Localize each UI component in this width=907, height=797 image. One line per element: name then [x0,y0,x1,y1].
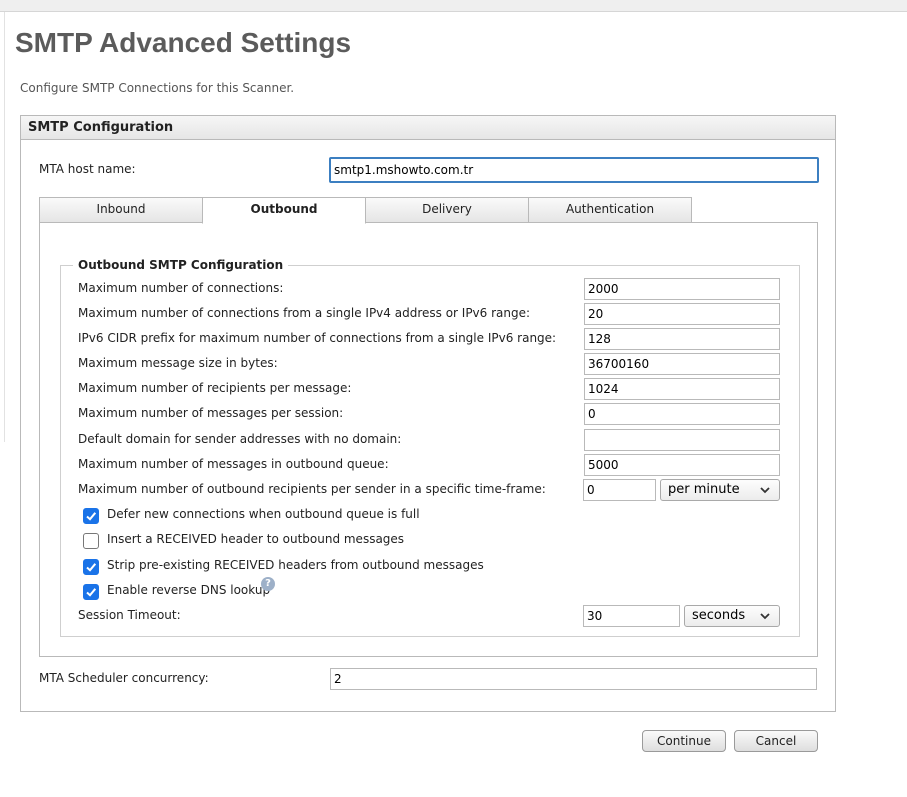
ipv6-cidr-prefix-label: IPv6 CIDR prefix for maximum number of c… [78,331,557,345]
checkmark-icon [86,512,97,521]
max-connections-per-address-input[interactable] [584,303,780,325]
help-icon[interactable]: ? [261,577,275,591]
default-sender-domain-input[interactable] [584,429,780,451]
max-message-size-input[interactable] [584,353,780,375]
tab-delivery[interactable]: Delivery [365,197,529,223]
chevron-down-icon [760,487,770,494]
tab-authentication[interactable]: Authentication [528,197,692,223]
cancel-button[interactable]: Cancel [734,730,818,752]
max-messages-per-session-input[interactable] [584,403,780,425]
mta-host-label: MTA host name: [39,162,136,176]
mta-scheduler-label: MTA Scheduler concurrency: [39,671,209,685]
tab-outbound[interactable]: Outbound [202,197,366,224]
page-title: SMTP Advanced Settings [15,27,352,58]
recipient-rate-label: Maximum number of outbound recipients pe… [78,482,546,496]
strip-received-headers-checkbox[interactable] [83,559,99,575]
recipient-rate-unit-value: per minute [668,482,740,497]
recipient-rate-unit-select[interactable]: per minute [660,479,780,501]
recipient-rate-input[interactable] [583,479,656,501]
browser-top-strip [0,0,907,12]
max-recipients-label: Maximum number of recipients per message… [78,381,352,395]
session-timeout-unit-value: seconds [692,608,746,623]
session-timeout-input[interactable] [583,605,680,627]
max-outbound-queue-input[interactable] [584,454,780,476]
defer-connections-label: Defer new connections when outbound queu… [107,507,420,521]
checkmark-icon [86,563,97,572]
group-legend: Outbound SMTP Configuration [78,258,284,272]
left-edge-divider [0,12,5,442]
defer-connections-checkbox[interactable] [83,508,99,524]
mta-host-input[interactable] [329,157,819,183]
panel-heading: SMTP Configuration [21,116,835,140]
session-timeout-label: Session Timeout: [78,608,181,622]
checkmark-icon [86,588,97,597]
max-connections-per-address-label: Maximum number of connections from a sin… [78,306,531,320]
insert-received-header-label: Insert a RECEIVED header to outbound mes… [107,532,405,546]
session-timeout-unit-select[interactable]: seconds [684,605,780,627]
tab-inbound[interactable]: Inbound [39,197,203,223]
max-connections-input[interactable] [584,278,780,300]
max-message-size-label: Maximum message size in bytes: [78,356,278,370]
mta-scheduler-input[interactable] [330,668,817,690]
outbound-tab-content: Outbound SMTP Configuration Maximum numb… [39,222,818,657]
max-outbound-queue-label: Maximum number of messages in outbound q… [78,457,389,471]
reverse-dns-checkbox[interactable] [83,584,99,600]
reverse-dns-label: Enable reverse DNS lookup [107,583,271,597]
chevron-down-icon [760,613,770,620]
page-subtitle: Configure SMTP Connections for this Scan… [20,81,295,95]
max-recipients-input[interactable] [584,378,780,400]
smtp-configuration-panel: SMTP Configuration MTA host name: Inboun… [20,115,836,712]
max-messages-per-session-label: Maximum number of messages per session: [78,406,344,420]
outbound-smtp-configuration-group: Outbound SMTP Configuration Maximum numb… [60,258,800,637]
strip-received-headers-label: Strip pre-existing RECEIVED headers from… [107,558,484,572]
max-connections-label: Maximum number of connections: [78,281,284,295]
ipv6-cidr-prefix-input[interactable] [584,328,780,350]
default-sender-domain-label: Default domain for sender addresses with… [78,432,402,446]
continue-button[interactable]: Continue [642,730,726,752]
insert-received-header-checkbox[interactable] [83,533,99,549]
